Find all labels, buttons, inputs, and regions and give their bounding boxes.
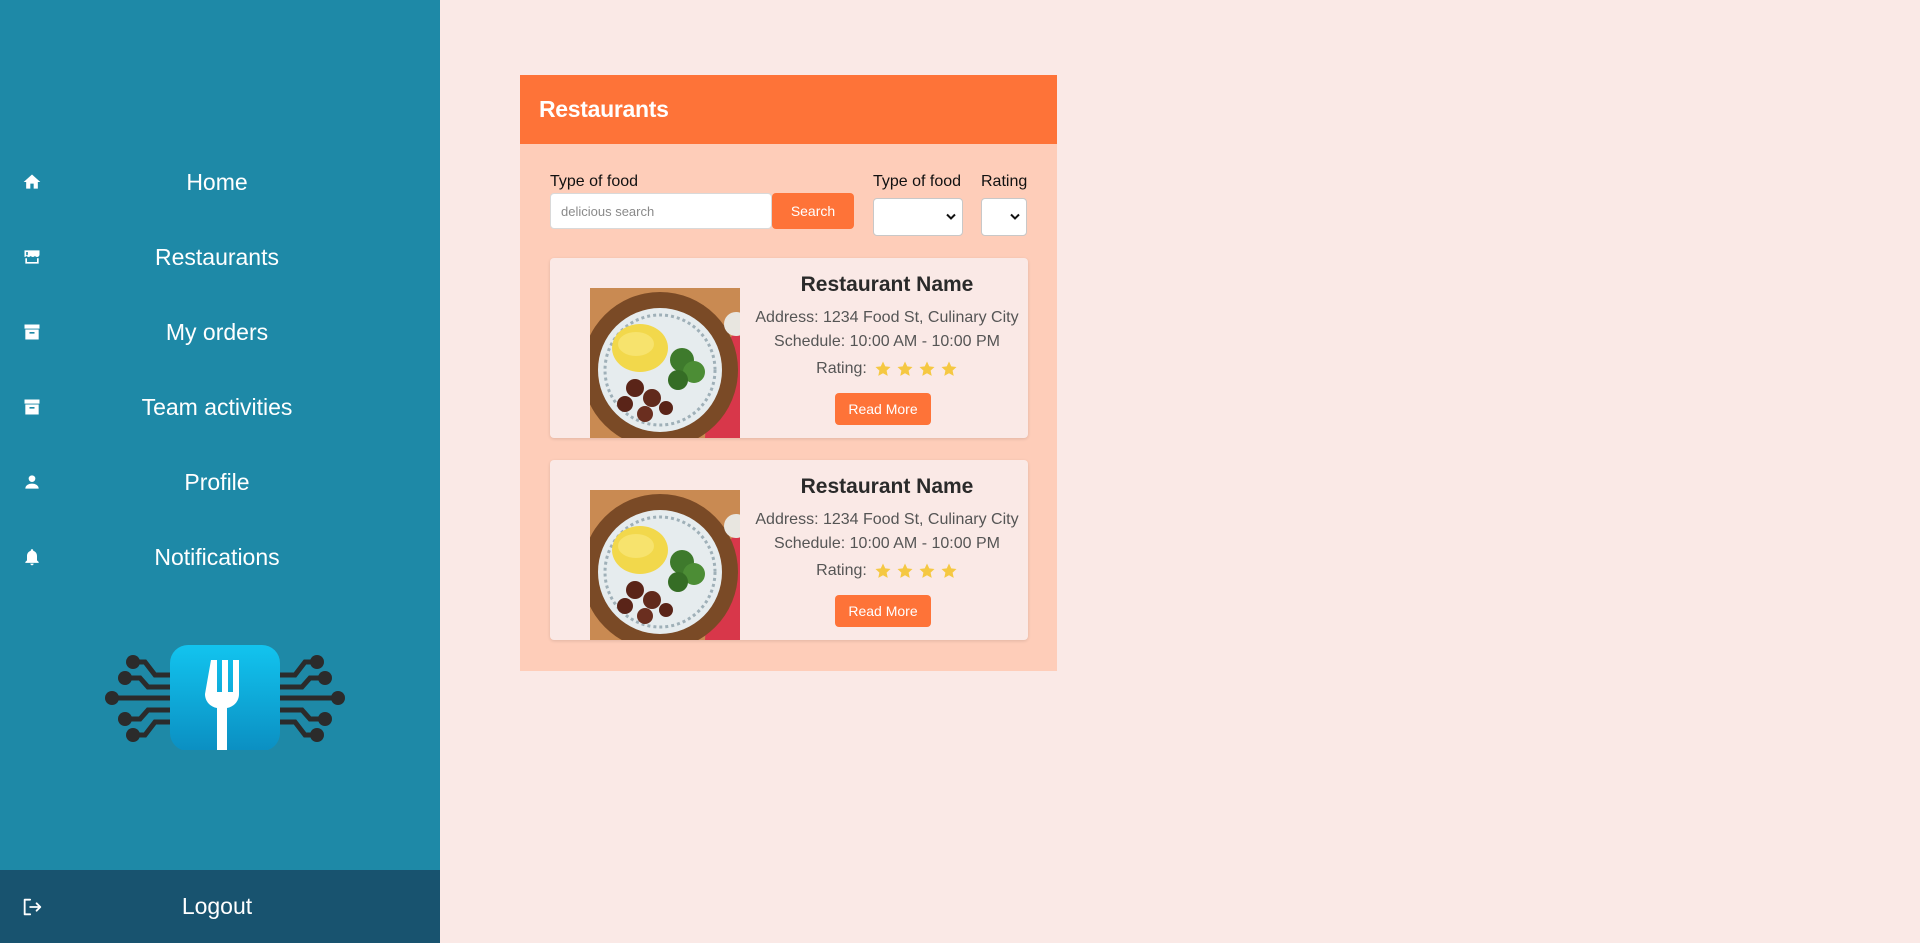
sidebar-item-home[interactable]: Home — [0, 162, 440, 202]
read-more-button[interactable]: Read More — [835, 595, 931, 627]
search-label: Type of food — [550, 173, 639, 190]
panel-header: Restaurants — [520, 75, 1057, 144]
sidebar-item-profile[interactable]: Profile — [0, 462, 440, 502]
star-icon — [919, 563, 935, 578]
restaurant-rating: Rating: — [746, 360, 1028, 378]
sidebar-item-notifications[interactable]: Notifications — [0, 537, 440, 577]
logout-icon — [21, 896, 43, 918]
app-logo — [105, 645, 345, 750]
sidebar-item-label: My orders — [165, 318, 269, 345]
type-of-food-select[interactable] — [873, 198, 963, 236]
rating-stars — [874, 562, 958, 580]
star-icon — [875, 563, 891, 578]
restaurant-image — [590, 490, 740, 640]
rating-select[interactable] — [981, 198, 1027, 236]
sidebar-item-team-activities[interactable]: Team activities — [0, 387, 440, 427]
restaurant-rating: Rating: — [746, 562, 1028, 580]
page-title: Restaurants — [539, 96, 669, 122]
restaurant-name: Restaurant Name — [800, 273, 974, 296]
star-icon — [897, 563, 913, 578]
logout-label: Logout — [181, 893, 253, 919]
star-icon — [919, 361, 935, 376]
chevron-down-icon — [946, 213, 956, 220]
sidebar-item-label: Home — [186, 168, 248, 195]
star-icon — [875, 361, 891, 376]
rating-label: Rating — [981, 173, 1028, 190]
star-icon — [941, 563, 957, 578]
restaurant-card: Restaurant Name Address: 1234 Food St, C… — [550, 460, 1028, 640]
sidebar: Home Restaurants My orders Team activiti… — [0, 0, 440, 943]
logout-button[interactable]: Logout — [0, 870, 440, 943]
restaurant-name: Restaurant Name — [800, 475, 974, 498]
sidebar-item-label: Team activities — [141, 393, 293, 420]
read-more-button[interactable]: Read More — [835, 393, 931, 425]
rating-label: Rating: — [816, 360, 867, 377]
rating-stars — [874, 360, 958, 378]
restaurant-schedule: Schedule: 10:00 AM - 10:00 PM — [774, 535, 1000, 552]
rating-label: Rating: — [816, 562, 867, 579]
restaurant-address: Address: 1234 Food St, Culinary City — [755, 511, 1019, 528]
sidebar-item-label: Notifications — [154, 543, 280, 570]
restaurants-panel: Restaurants Type of food Search Type of … — [520, 75, 1057, 671]
restaurant-schedule: Schedule: 10:00 AM - 10:00 PM — [774, 333, 1000, 350]
sidebar-item-label: Profile — [184, 468, 250, 495]
search-input[interactable] — [550, 193, 772, 229]
sidebar-item-label: Restaurants — [154, 243, 279, 270]
sidebar-item-my-orders[interactable]: My orders — [0, 312, 440, 352]
star-icon — [941, 361, 957, 376]
restaurant-image — [590, 288, 740, 438]
restaurant-address: Address: 1234 Food St, Culinary City — [755, 309, 1019, 326]
search-button[interactable]: Search — [772, 193, 854, 229]
type-of-food-label: Type of food — [873, 173, 962, 190]
sidebar-item-restaurants[interactable]: Restaurants — [0, 237, 440, 277]
chevron-down-icon — [1010, 213, 1020, 220]
star-icon — [897, 361, 913, 376]
restaurant-card: Restaurant Name Address: 1234 Food St, C… — [550, 258, 1028, 438]
